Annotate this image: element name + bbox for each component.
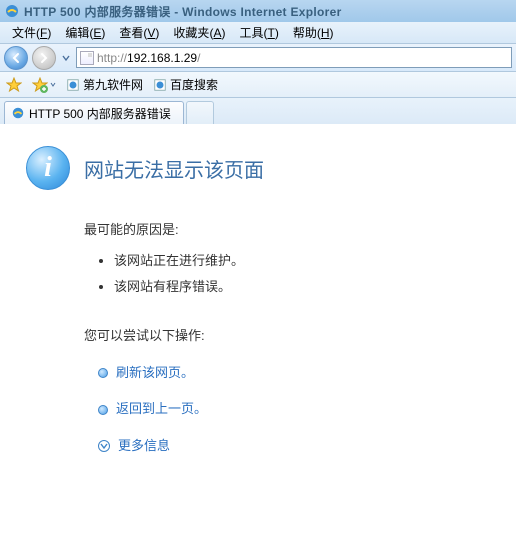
menu-edit[interactable]: 编辑(E)	[59, 22, 111, 43]
menu-tools[interactable]: 工具(T)	[233, 22, 284, 43]
navigation-bar: http://192.168.1.29/	[0, 44, 516, 72]
favorites-link-1-label: 第九软件网	[83, 76, 143, 93]
address-bar[interactable]: http://192.168.1.29/	[76, 47, 512, 68]
bullet-icon	[98, 368, 108, 378]
expand-icon	[98, 440, 110, 452]
forward-button[interactable]	[32, 46, 56, 70]
arrow-left-icon	[9, 51, 23, 65]
menu-help[interactable]: 帮助(H)	[287, 22, 340, 43]
cause-item: 该网站有程序错误。	[114, 275, 500, 300]
more-info-link[interactable]: 更多信息	[118, 434, 170, 459]
ie-page-icon	[66, 78, 80, 92]
menu-bar: 文件(F) 编辑(E) 查看(V) 收藏夹(A) 工具(T) 帮助(H)	[0, 22, 516, 44]
window-title: HTTP 500 内部服务器错误 - Windows Internet Expl…	[24, 3, 342, 20]
actions-title: 您可以尝试以下操作:	[84, 324, 500, 349]
new-tab-button[interactable]	[186, 101, 214, 124]
causes-list: 该网站正在进行维护。 该网站有程序错误。	[84, 249, 500, 300]
chevron-down-icon	[50, 82, 56, 88]
ie-logo-icon	[4, 3, 20, 19]
arrow-right-icon	[37, 51, 51, 65]
chevron-down-icon	[62, 54, 70, 62]
address-url: http://192.168.1.29/	[97, 51, 509, 65]
star-add-icon	[32, 77, 48, 93]
back-button[interactable]	[4, 46, 28, 70]
action-refresh: 刷新该网页。	[98, 361, 500, 386]
favorites-link-1[interactable]: 第九软件网	[66, 76, 143, 93]
tab-active[interactable]: HTTP 500 内部服务器错误	[4, 101, 184, 124]
tab-title: HTTP 500 内部服务器错误	[29, 105, 171, 122]
menu-favorites[interactable]: 收藏夹(A)	[167, 22, 231, 43]
favorites-bar: 第九软件网 百度搜索	[0, 72, 516, 98]
bullet-icon	[98, 405, 108, 415]
menu-view[interactable]: 查看(V)	[113, 22, 165, 43]
favorites-link-2-label: 百度搜索	[170, 76, 218, 93]
tab-strip: HTTP 500 内部服务器错误	[0, 98, 516, 124]
ie-page-icon	[153, 78, 167, 92]
window-titlebar: HTTP 500 内部服务器错误 - Windows Internet Expl…	[0, 0, 516, 22]
refresh-link[interactable]: 刷新该网页。	[116, 361, 194, 386]
ie-logo-icon	[11, 106, 25, 120]
page-icon	[79, 50, 95, 66]
info-icon: i	[26, 146, 70, 190]
page-content: i 网站无法显示该页面 最可能的原因是: 该网站正在进行维护。 该网站有程序错误…	[0, 124, 516, 536]
action-more-info[interactable]: 更多信息	[98, 434, 500, 459]
add-to-favorites-button[interactable]	[32, 77, 56, 93]
favorites-button[interactable]	[6, 77, 22, 93]
menu-file[interactable]: 文件(F)	[6, 22, 57, 43]
favorites-link-2[interactable]: 百度搜索	[153, 76, 218, 93]
error-heading: 网站无法显示该页面	[84, 154, 264, 183]
nav-history-dropdown[interactable]	[60, 54, 72, 62]
action-back: 返回到上一页。	[98, 397, 500, 422]
back-link[interactable]: 返回到上一页。	[116, 397, 207, 422]
star-icon	[6, 77, 22, 93]
cause-item: 该网站正在进行维护。	[114, 249, 500, 274]
causes-title: 最可能的原因是:	[84, 218, 500, 243]
